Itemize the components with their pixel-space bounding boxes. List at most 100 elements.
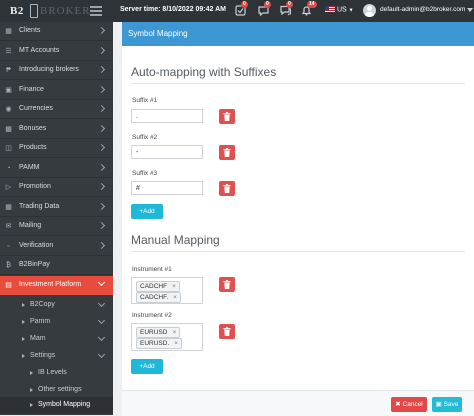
trash-icon: [223, 184, 231, 193]
sidebar-subitem-mam[interactable]: Mam: [0, 331, 113, 348]
manual-mapping-title: Manual Mapping: [131, 233, 220, 247]
suffix-3-input[interactable]: [131, 181, 203, 195]
sidebar-item-label: Mailing: [19, 222, 42, 229]
trash-icon: [223, 280, 231, 289]
verification-icon: ▫: [7, 242, 10, 250]
sidebar-item-currencies[interactable]: ◉ Currencies: [0, 100, 113, 119]
delete-instrument-1-button[interactable]: [219, 277, 235, 292]
delete-suffix-3-button[interactable]: [219, 181, 235, 196]
tasks-notification-button[interactable]: 0: [234, 1, 248, 17]
cancel-label: Cancel: [402, 401, 423, 408]
instrument-tag[interactable]: EURUSD. ×: [136, 338, 183, 349]
sidebar-item-label: Investment Platform: [19, 280, 82, 288]
sidebar-item-promotion[interactable]: ▷ Promotion: [0, 178, 113, 197]
sidebar-subitem-symbol-mapping[interactable]: Symbol Mapping: [0, 397, 113, 414]
sidebar-subitem-pamm[interactable]: Pamm: [0, 314, 113, 331]
sidebar-item-pamm[interactable]: ◔ PAMM: [0, 159, 113, 178]
server-time-value: 8/10/2022 09:42 AM: [162, 6, 226, 13]
sidebar-item-label: Currencies: [19, 105, 53, 112]
sidebar-subitem-ib-levels[interactable]: IB Levels: [0, 365, 113, 382]
close-icon: ✖: [395, 401, 403, 408]
suffix-2-label: Suffix #2: [132, 134, 158, 141]
delete-instrument-2-button[interactable]: [219, 324, 235, 339]
delete-suffix-2-button[interactable]: [219, 145, 235, 160]
instrument-2-tags-input[interactable]: EURUSD × EURUSD. ×: [131, 323, 203, 351]
sidebar-item-finance[interactable]: ▣ Finance: [0, 81, 113, 100]
caret-right-icon: [30, 403, 33, 407]
sidebar-item-clients[interactable]: ▦ Clients: [0, 22, 113, 41]
sidebar: ▦ Clients ☰ MT Accounts ₱ Introducing br…: [0, 22, 113, 415]
cancel-button[interactable]: ✖ Cancel: [391, 397, 427, 412]
messages-notification-button[interactable]: 0: [279, 1, 293, 17]
us-flag-icon: [325, 6, 335, 12]
caret-right-icon: [30, 371, 33, 375]
top-bar: B2 BROKER Server time: 8/10/2022 09:42 A…: [0, 0, 474, 22]
caret-right-icon: [22, 320, 25, 324]
sidebar-subitem-label: Symbol Mapping: [38, 401, 91, 408]
chevron-down-icon: [97, 350, 106, 359]
add-suffix-button[interactable]: +Add: [131, 204, 163, 219]
trading-data-icon: ▦: [5, 203, 12, 211]
suffix-1-label: Suffix #1: [132, 97, 158, 104]
sidebar-item-verification[interactable]: ▫ Verification: [0, 237, 113, 256]
sidebar-item-bonuses[interactable]: ▩ Bonuses: [0, 120, 113, 139]
caret-right-icon: [22, 303, 25, 307]
instrument-1-tags-input[interactable]: CADCHF × CADCHF. ×: [131, 277, 203, 304]
chat-notification-button[interactable]: 0: [257, 1, 271, 17]
caret-right-icon: [30, 388, 33, 392]
sidebar-subitem-b2copy[interactable]: B2Copy: [0, 297, 113, 314]
sidebar-item-mailing[interactable]: ✉ Mailing: [0, 217, 113, 236]
suffix-1-input[interactable]: [131, 109, 203, 123]
chevron-right-icon: [97, 143, 106, 152]
logo-broker-text: BROKER: [40, 5, 91, 17]
sidebar-item-mt-accounts[interactable]: ☰ MT Accounts: [0, 42, 113, 61]
sidebar-subitem-label: Pamm: [30, 318, 51, 325]
chevron-down-icon: [97, 316, 106, 325]
sidebar-item-trading-data[interactable]: ▦ Trading Data: [0, 198, 113, 217]
save-button[interactable]: ▣ Save: [432, 397, 462, 412]
sidebar-item-investment-platform[interactable]: ▤ Investment Platform: [0, 275, 113, 295]
caret-right-icon: [22, 337, 25, 341]
save-icon: ▣: [435, 401, 444, 408]
list-icon: ☰: [5, 47, 12, 55]
ib-icon: ₱: [6, 67, 11, 74]
sidebar-item-products[interactable]: ◫ Products: [0, 139, 113, 158]
trash-icon: [223, 148, 231, 157]
logo-box-icon: [30, 4, 38, 18]
tag-remove-icon[interactable]: ×: [172, 329, 176, 336]
chevron-right-icon: [97, 182, 106, 191]
menu-toggle-icon[interactable]: [90, 6, 102, 16]
save-label: Save: [443, 401, 459, 408]
sidebar-item-b2binpay[interactable]: ₿ B2BinPay: [0, 256, 113, 275]
language-selector[interactable]: US ▼: [325, 6, 354, 14]
alerts-notification-button[interactable]: 14: [300, 1, 317, 17]
sidebar-item-label: Products: [19, 144, 47, 151]
suffix-2-input[interactable]: [131, 145, 203, 159]
sidebar-item-introducing-brokers[interactable]: ₱ Introducing brokers: [0, 61, 113, 80]
sidebar-item-label: Promotion: [19, 183, 51, 190]
add-instrument-button[interactable]: +Add: [131, 359, 163, 374]
sidebar-subitem-settings[interactable]: Settings: [0, 348, 113, 365]
sidebar-item-label: PAMM: [19, 163, 40, 171]
avatar: [363, 4, 376, 17]
chevron-down-icon: [97, 333, 106, 342]
add-instrument-label: Add: [143, 363, 155, 370]
tag-remove-icon[interactable]: ×: [172, 283, 176, 290]
chevron-down-icon: [97, 299, 106, 308]
instrument-tag[interactable]: CADCHF. ×: [136, 292, 181, 303]
chat-badge: 0: [264, 1, 271, 8]
currencies-icon: ◉: [5, 106, 12, 113]
tag-remove-icon[interactable]: ×: [174, 340, 178, 347]
trash-icon: [223, 112, 231, 121]
instrument-2-label: Instrument #2: [132, 312, 172, 319]
sidebar-subitem-label: Settings: [30, 352, 56, 359]
bonuses-icon: ▩: [5, 125, 12, 133]
instrument-tag[interactable]: CADCHF ×: [136, 281, 180, 292]
instrument-tag[interactable]: EURUSD ×: [136, 327, 181, 338]
clients-icon: ▦: [5, 28, 12, 35]
user-menu[interactable]: default-admin@b2broker.com: [360, 3, 474, 19]
auto-mapping-title: Auto-mapping with Suffixes: [131, 65, 277, 79]
tag-remove-icon[interactable]: ×: [173, 294, 177, 301]
delete-suffix-1-button[interactable]: [219, 109, 235, 124]
sidebar-item-label: Bonuses: [19, 124, 47, 132]
